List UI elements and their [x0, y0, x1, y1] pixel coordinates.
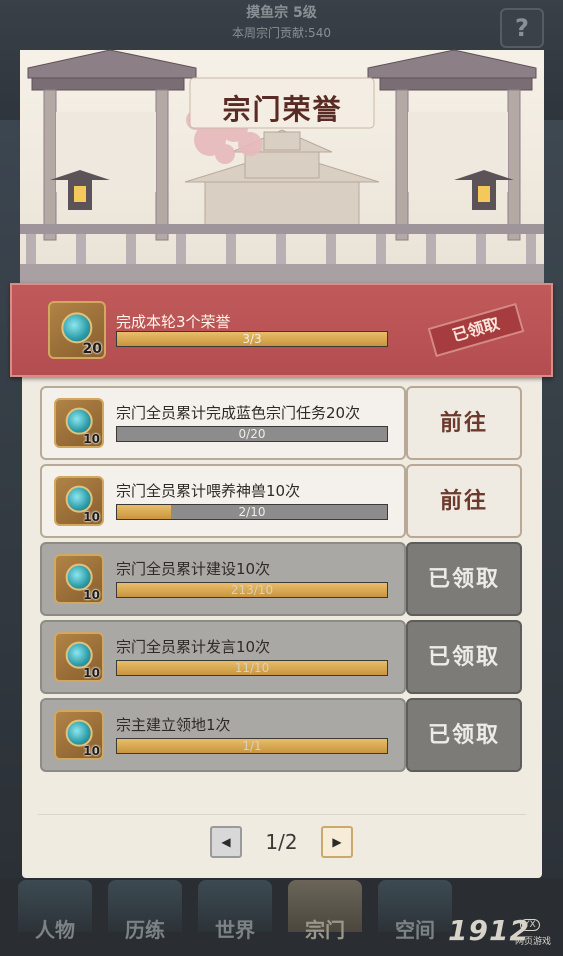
task-card: 10 宗主建立领地1次 1/1 [40, 698, 406, 772]
task-row: 10 宗门全员累计完成蓝色宗门任务20次 0/20 前往 [40, 386, 522, 460]
reward-item[interactable]: 10 [54, 554, 104, 604]
progress-text: 1/1 [242, 739, 262, 753]
jade-coin-icon [65, 485, 93, 513]
reward-quantity: 20 [82, 341, 102, 357]
reward-quantity: 10 [83, 510, 100, 524]
palace-banner-illustration [20, 49, 544, 286]
task-card: 10 宗门全员累计喂养神兽10次 2/10 [40, 464, 406, 538]
jade-coin-icon [61, 312, 93, 344]
task-text: 宗门全员累计建设10次 [116, 560, 271, 578]
watermark-subtitle: 网页游戏 [515, 937, 552, 947]
task-row: 10 宗门全员累计发言10次 11/10 已领取 [40, 620, 522, 694]
reward-item[interactable]: 10 [54, 710, 104, 760]
watermark-badge: YX [520, 919, 540, 931]
nav-item-sect[interactable]: 宗门 [280, 878, 370, 956]
reward-quantity: 10 [83, 744, 100, 758]
nav-label: 宗门 [305, 918, 345, 942]
nav-label: 历练 [125, 918, 165, 942]
nav-label: 空间 [395, 918, 435, 942]
task-row: 10 宗门全员累计喂养神兽10次 2/10 前往 [40, 464, 522, 538]
task-progress-bar: 213/10 [116, 582, 388, 598]
background-right [541, 120, 563, 880]
reward-quantity: 10 [83, 588, 100, 602]
task-text: 宗主建立领地1次 [116, 716, 231, 734]
claimed-button[interactable]: 已领取 [406, 698, 522, 772]
round-reward-bar: 20 完成本轮3个荣誉 3/3 已领取 [10, 283, 553, 377]
task-card: 10 宗门全员累计发言10次 11/10 [40, 620, 406, 694]
nav-item-world[interactable]: 世界 [190, 878, 280, 956]
modal-title: 宗门荣誉 [222, 93, 343, 126]
nav-item-character[interactable]: 人物 [10, 878, 100, 956]
nav-label: 世界 [215, 918, 255, 942]
divider [38, 814, 526, 815]
task-row: 10 宗门全员累计建设10次 213/10 已领取 [40, 542, 522, 616]
reward-item[interactable]: 10 [54, 632, 104, 682]
progress-text: 2/10 [238, 505, 266, 519]
nav-label: 人物 [35, 918, 75, 942]
jade-coin-icon [65, 563, 93, 591]
nav-item-trial[interactable]: 历练 [100, 878, 190, 956]
go-button[interactable]: 前往 [406, 464, 522, 538]
task-progress-bar: 0/20 [116, 426, 388, 442]
round-task-text: 完成本轮3个荣誉 [116, 313, 231, 331]
claimed-button[interactable]: 已领取 [406, 620, 522, 694]
go-button[interactable]: 前往 [406, 386, 522, 460]
reward-quantity: 10 [83, 666, 100, 680]
task-text: 宗门全员累计喂养神兽10次 [116, 482, 301, 500]
task-row: 10 宗主建立领地1次 1/1 已领取 [40, 698, 522, 772]
task-progress-bar: 2/10 [116, 504, 388, 520]
claimed-stamp: 已领取 [427, 302, 525, 358]
progress-text: 3/3 [242, 332, 262, 346]
progress-text: 11/10 [234, 661, 270, 675]
task-card: 10 宗门全员累计建设10次 213/10 [40, 542, 406, 616]
reward-item[interactable]: 20 [48, 301, 106, 359]
prev-page-button[interactable]: ◀ [210, 826, 242, 858]
reward-item[interactable]: 10 [54, 398, 104, 448]
next-page-button[interactable]: ▶ [321, 826, 353, 858]
background-left [0, 120, 22, 880]
reward-item[interactable]: 10 [54, 476, 104, 526]
task-card: 10 宗门全员累计完成蓝色宗门任务20次 0/20 [40, 386, 406, 460]
progress-text: 213/10 [230, 583, 274, 597]
progress-text: 0/20 [238, 427, 266, 441]
nav-item-space[interactable]: 空间 [370, 878, 460, 956]
sect-name: 摸鱼宗 5级 [246, 5, 317, 21]
claimed-button[interactable]: 已领取 [406, 542, 522, 616]
jade-coin-icon [65, 719, 93, 747]
round-progress-bar: 3/3 [116, 331, 388, 347]
jade-coin-icon [65, 641, 93, 669]
task-text: 宗门全员累计完成蓝色宗门任务20次 [116, 404, 361, 422]
jade-coin-icon [65, 407, 93, 435]
task-progress-bar: 11/10 [116, 660, 388, 676]
page-indicator: 1/2 [265, 830, 298, 854]
task-text: 宗门全员累计发言10次 [116, 638, 271, 656]
reward-quantity: 10 [83, 432, 100, 446]
task-progress-bar: 1/1 [116, 738, 388, 754]
